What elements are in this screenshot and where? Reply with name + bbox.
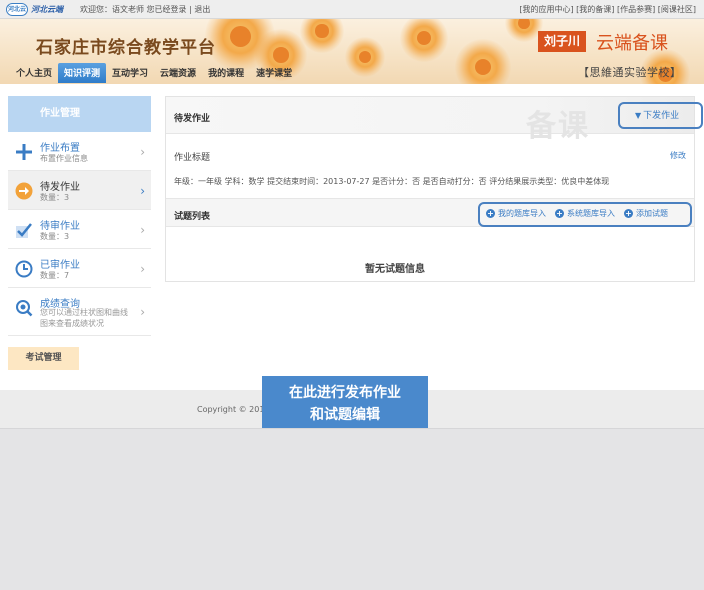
nav-item-home[interactable]: 个人主页 <box>10 63 58 83</box>
top-links-text[interactable]: [我的应用中心] [我的备课] [作品参赛] [阅课社区] <box>519 5 696 14</box>
top-links[interactable]: [我的应用中心] [我的备课] [作品参赛] [阅课社区] <box>519 4 696 15</box>
teacher-name-badge: 刘子川 <box>538 31 586 52</box>
import-system-bank-button[interactable]: + 系统题库导入 <box>555 208 615 219</box>
sidebar-item-count: 数量：7 <box>40 271 70 280</box>
empty-background <box>0 428 704 590</box>
sidebar-item-assign[interactable]: 作业布置 布置作业信息 › <box>8 132 151 171</box>
nav-item-assessment[interactable]: 知识评测 <box>58 63 107 83</box>
question-list-title: 试题列表 <box>174 212 211 222</box>
flower-decoration <box>455 39 511 84</box>
brand-title: 云端备课 <box>596 33 668 54</box>
welcome-message: 欢迎您：语文老师 您已经登录 <box>80 5 187 14</box>
logo-badge: 河北云 <box>6 3 28 16</box>
tutorial-callout: 在此进行发布作业 和试题编辑 <box>262 376 428 432</box>
plus-icon <box>16 144 32 160</box>
content-title: 待发作业 <box>174 114 211 124</box>
flower-decoration <box>300 19 344 53</box>
plus-circle-icon: + <box>555 209 564 218</box>
import-my-bank-label: 我的题库导入 <box>498 209 546 218</box>
sidebar-item-label: 待发作业 <box>40 182 80 193</box>
sidebar-item-reviewed[interactable]: 已审作业 数量：7 › <box>8 249 151 288</box>
plus-circle-icon: + <box>486 209 495 218</box>
search-icon <box>16 300 33 317</box>
nav-item-resources[interactable]: 云端资源 <box>154 63 202 83</box>
question-list-bar: 试题列表 + 我的题库导入 + 系统题库导入 + 添加试题 <box>166 198 694 227</box>
main-nav: 个人主页 知识评测 互动学习 云端资源 我的课程 速学课堂 <box>10 63 298 83</box>
chevron-right-icon: › <box>140 305 145 319</box>
platform-title: 石家庄市综合教学平台 <box>36 38 216 58</box>
clock-icon <box>15 260 33 278</box>
sidebar-item-count: 数量：3 <box>40 232 70 241</box>
sidebar-item-to-review[interactable]: 待审作业 数量：3 › <box>8 210 151 249</box>
nav-item-quick-class[interactable]: 速学课堂 <box>250 63 298 83</box>
sidebar-item-label: 待审作业 <box>40 221 80 232</box>
download-arrow-icon: ▼ <box>635 111 642 120</box>
arrow-right-icon <box>15 182 33 200</box>
sidebar-item-pending[interactable]: 待发作业 数量：3 › <box>8 171 151 210</box>
flower-decoration <box>400 19 448 62</box>
header-banner: 石家庄市综合教学平台 个人主页 知识评测 互动学习 云端资源 我的课程 速学课堂… <box>0 19 704 84</box>
sidebar-item-scores[interactable]: 成绩查询 您可以通过柱状图和曲线图来查看成绩状况 › <box>8 288 151 336</box>
main-area: 作业管理 作业布置 布置作业信息 › 待发作业 数量：3 › 待审作业 数量：3… <box>0 84 704 390</box>
chevron-right-icon: › <box>140 184 145 198</box>
sidebar-item-sub: 布置作业信息 <box>40 154 88 163</box>
flower-decoration <box>345 37 385 77</box>
import-my-bank-button[interactable]: + 我的题库导入 <box>486 208 546 219</box>
add-question-button[interactable]: + 添加试题 <box>624 208 668 219</box>
question-actions: + 我的题库导入 + 系统题库导入 + 添加试题 <box>486 208 668 219</box>
callout-line-2: 和试题编辑 <box>310 407 380 423</box>
sidebar: 作业管理 作业布置 布置作业信息 › 待发作业 数量：3 › 待审作业 数量：3… <box>8 96 151 370</box>
issue-homework-label: 下发作业 <box>643 111 680 121</box>
logout-link[interactable]: 退出 <box>194 5 210 14</box>
issue-homework-button[interactable]: ▼ 下发作业 <box>635 108 679 121</box>
sidebar-header: 作业管理 <box>8 96 151 132</box>
empty-state: 暂无试题信息 <box>365 264 425 275</box>
header-watermark: 备课 <box>526 109 590 144</box>
sidebar-item-count: 数量：3 <box>40 193 70 202</box>
sidebar-item-label: 已审作业 <box>40 260 80 271</box>
sidebar-item-label: 作业布置 <box>40 143 80 154</box>
content-header: 待发作业 备课 ▼ 下发作业 <box>166 97 703 144</box>
chevron-right-icon: › <box>140 262 145 276</box>
edit-link[interactable]: 修改 <box>670 150 686 161</box>
logo-text: 河北云端 <box>31 5 63 14</box>
logo[interactable]: 河北云 河北云端 <box>6 2 63 17</box>
sidebar-item-description: 您可以通过柱状图和曲线图来查看成绩状况 <box>40 308 128 328</box>
welcome-text: 欢迎您：语文老师 您已经登录 | 退出 <box>80 5 211 14</box>
homework-title-label: 作业标题 <box>174 153 211 163</box>
content-panel: 待发作业 备课 ▼ 下发作业 作业标题 修改 年级：一年级 学科：数学 提交结束时… <box>165 96 703 282</box>
top-bar: 河北云 河北云端 欢迎您：语文老师 您已经登录 | 退出 [我的应用中心] [我… <box>0 0 704 19</box>
import-system-bank-label: 系统题库导入 <box>567 209 615 218</box>
callout-line-1: 在此进行发布作业 <box>289 385 401 401</box>
check-icon <box>16 223 32 238</box>
chevron-right-icon: › <box>140 223 145 237</box>
nav-item-interactive[interactable]: 互动学习 <box>106 63 154 83</box>
school-name: 【思維通实验学校】 <box>578 66 682 79</box>
exam-management-button[interactable]: 考试管理 <box>8 347 79 370</box>
plus-circle-icon: + <box>624 209 633 218</box>
nav-item-courses[interactable]: 我的课程 <box>202 63 250 83</box>
chevron-right-icon: › <box>140 145 145 159</box>
homework-meta: 年级：一年级 学科：数学 提交结束时间：2013-07-27 是否计分：否 是否… <box>174 177 610 186</box>
add-question-label: 添加试题 <box>636 209 668 218</box>
